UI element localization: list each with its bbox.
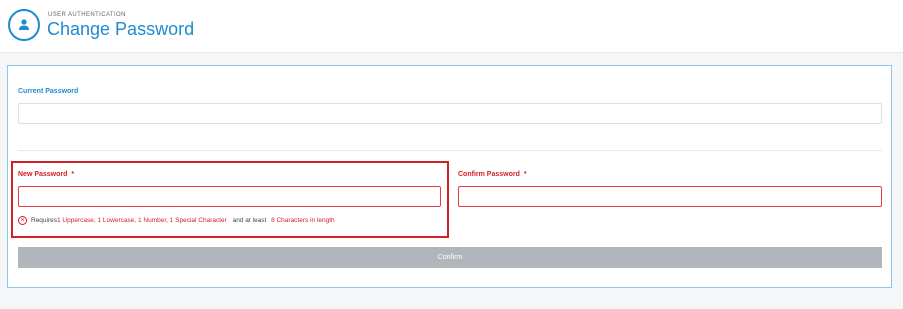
required-marker: * bbox=[71, 171, 75, 178]
hint-middle: and at least bbox=[232, 217, 267, 225]
user-key-icon bbox=[8, 9, 40, 41]
change-password-card: Current Password New Password * Confirm P… bbox=[7, 65, 892, 288]
confirm-password-input[interactable] bbox=[458, 186, 882, 207]
confirm-password-label-text: Confirm Password bbox=[458, 171, 520, 178]
current-password-label: Current Password bbox=[18, 88, 78, 95]
error-circle-icon: × bbox=[18, 216, 27, 225]
section-divider bbox=[18, 150, 882, 151]
required-marker: * bbox=[523, 171, 527, 178]
confirm-button[interactable]: Confirm bbox=[18, 247, 882, 268]
page-header: USER AUTHENTICATION Change Password bbox=[0, 0, 903, 53]
hint-length: 8 Characters in length bbox=[271, 217, 335, 225]
hint-prefix: Requires bbox=[31, 217, 58, 225]
header-subtitle: USER AUTHENTICATION bbox=[48, 12, 126, 18]
confirm-password-label: Confirm Password * bbox=[458, 171, 527, 178]
page-title: Change Password bbox=[47, 19, 195, 39]
new-password-input[interactable] bbox=[18, 186, 441, 207]
current-password-input[interactable] bbox=[18, 103, 882, 124]
current-password-label-text: Current Password bbox=[18, 88, 79, 95]
new-password-label: New Password * bbox=[18, 171, 74, 178]
password-requirements-hint: × Requires1 Uppercase, 1 Lowercase, 1 Num… bbox=[18, 216, 335, 225]
hint-requirements: 1 Uppercase, 1 Lowercase, 1 Number, 1 Sp… bbox=[57, 217, 227, 225]
new-password-label-text: New Password bbox=[18, 171, 68, 178]
